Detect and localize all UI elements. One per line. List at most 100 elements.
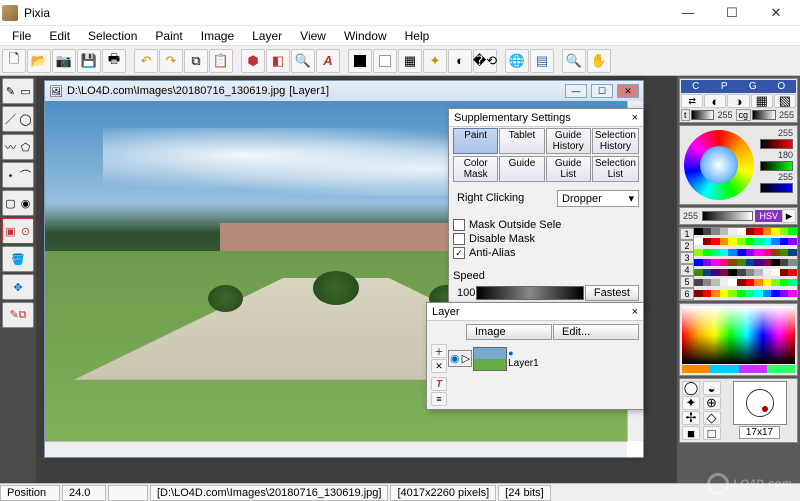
color-adjust-icon[interactable]: ◐ [448,49,472,73]
bg-color-swatch[interactable] [373,49,397,73]
tab-guide[interactable]: Guide [499,156,544,182]
spectrum-picker[interactable] [682,306,795,364]
mode-c[interactable]: C [682,81,710,92]
layer-menu-icon[interactable]: ≡ [431,392,447,406]
brush-opt2-icon[interactable]: ◒ [703,381,721,395]
grid-icon[interactable]: ▦ [398,49,422,73]
layer-thumbnail[interactable] [473,347,507,371]
menu-help[interactable]: Help [397,27,438,45]
text-icon[interactable]: A [316,49,340,73]
supplementary-close-icon[interactable]: × [632,112,638,124]
fastest-button[interactable]: Fastest [585,285,639,301]
horizontal-scrollbar[interactable] [45,441,627,457]
lasso-tool-icon[interactable]: ⌒ [18,163,33,187]
tab-selection-history[interactable]: Selection History [592,128,639,154]
grad-a[interactable] [682,365,710,373]
maximize-button[interactable]: ☐ [710,1,754,25]
right-click-dropdown[interactable]: Dropper▾ [557,190,639,207]
magnify-icon[interactable]: 🔍 [562,49,586,73]
tab-paint[interactable]: Paint [453,128,498,154]
stamp-icon[interactable]: ⬢ [241,49,265,73]
layer-image-button[interactable]: Image [466,324,552,340]
copy-icon[interactable]: ⧉ [184,49,208,73]
pal-1[interactable]: 1 [680,228,694,240]
menu-window[interactable]: Window [336,27,395,45]
color-wheel[interactable] [684,130,754,200]
swatch-a-icon[interactable]: ◐ [704,94,726,108]
mode-p[interactable]: P [711,81,739,92]
pal-5[interactable]: 5 [680,276,694,288]
shape-tool-icon[interactable]: ▢ [3,191,18,215]
rect-select-icon[interactable]: ▭ [18,79,33,103]
menu-image[interactable]: Image [193,27,242,45]
undo-icon[interactable]: ↶ [134,49,158,73]
tab-color-mask[interactable]: Color Mask [453,156,498,182]
hsv-button[interactable]: HSV [755,210,782,222]
g-slider[interactable] [760,161,793,171]
brush-opt5-icon[interactable]: ✢ [682,411,700,425]
tab-guide-history[interactable]: Guide History [546,128,591,154]
pencil-tool-icon[interactable]: ✎ [3,79,18,103]
layer-visible-icon[interactable]: ◉ [450,352,460,365]
swatch-b-icon[interactable]: ◑ [727,94,749,108]
magnet-icon[interactable]: ⊙ [18,219,33,243]
camera-icon[interactable]: 📷 [52,49,76,73]
layer-edit-button[interactable]: Edit... [553,324,639,340]
layer-add-icon[interactable]: ＋ [431,344,447,358]
grad-c[interactable] [739,365,767,373]
menu-edit[interactable]: Edit [41,27,78,45]
doc-close-button[interactable]: ✕ [617,84,639,98]
pal-6[interactable]: 6 [680,288,694,300]
eraser-icon[interactable]: ◧ [266,49,290,73]
wand-tool-icon[interactable]: ⋆ [3,163,18,187]
redo-icon[interactable]: ↷ [159,49,183,73]
layer-name[interactable]: Layer1 [508,358,539,369]
poly-tool-icon[interactable]: ⬠ [18,135,33,159]
zoom-tool-icon[interactable]: 🔍 [291,49,315,73]
menu-view[interactable]: View [292,27,334,45]
layer-del-icon[interactable]: ✕ [431,359,447,373]
mode-g[interactable]: G [739,81,767,92]
close-button[interactable]: ✕ [754,1,798,25]
sparkle-icon[interactable]: ✦ [423,49,447,73]
v-slider[interactable] [702,211,753,221]
b-slider[interactable] [760,183,793,193]
tab-guide-list[interactable]: Guide List [546,156,591,182]
brush-opt6-icon[interactable]: ◇ [703,411,721,425]
speed-slider[interactable] [476,286,584,300]
new-icon[interactable]: 🗋 [2,49,26,73]
tab-selection-list[interactable]: Selection List [592,156,639,182]
menu-paint[interactable]: Paint [147,27,190,45]
layer-text-icon[interactable]: T [431,377,447,391]
tex1-icon[interactable]: ▦ [751,94,773,108]
r-slider[interactable] [760,139,793,149]
layer-panel-close-icon[interactable]: × [632,306,638,318]
open-icon[interactable]: 📂 [27,49,51,73]
brush-opt1-icon[interactable]: ◯ [682,381,700,395]
brush-opt7-icon[interactable]: ■ [682,426,700,440]
tex2-icon[interactable]: ▧ [774,94,796,108]
line-tool-icon[interactable]: ／ [3,107,18,131]
closed-shape-icon[interactable]: ◉ [18,191,33,215]
save-icon[interactable]: 💾 [77,49,101,73]
brush-preview[interactable] [733,381,787,425]
move-tool-icon[interactable]: ✥ [2,274,34,300]
brush-opt8-icon[interactable]: □ [703,426,721,440]
swap-icon[interactable]: ⇄ [681,94,703,108]
tab-tablet[interactable]: Tablet [499,128,544,154]
layer-flag-icon[interactable]: ▷ [462,352,470,365]
minimize-button[interactable]: — [666,1,710,25]
layers-panel-icon[interactable]: ▤ [530,49,554,73]
color-palette[interactable] [694,228,797,300]
pal-3[interactable]: 3 [680,252,694,264]
grad-d[interactable] [767,365,795,373]
check-mask-outside[interactable]: Mask Outside Sele [449,218,643,232]
grad-b[interactable] [710,365,738,373]
menu-selection[interactable]: Selection [80,27,145,45]
fg-color-swatch[interactable] [348,49,372,73]
select-box-icon[interactable]: ▣ [3,219,18,243]
hsv-menu-icon[interactable]: ▸ [782,209,796,223]
hand-icon[interactable]: ✋ [587,49,611,73]
check-anti-alias[interactable]: ✓Anti-Alias [449,246,643,260]
document-titlebar[interactable]: 🖼 D:\LO4D.com\Images\20180716_130619.jpg… [45,81,643,101]
